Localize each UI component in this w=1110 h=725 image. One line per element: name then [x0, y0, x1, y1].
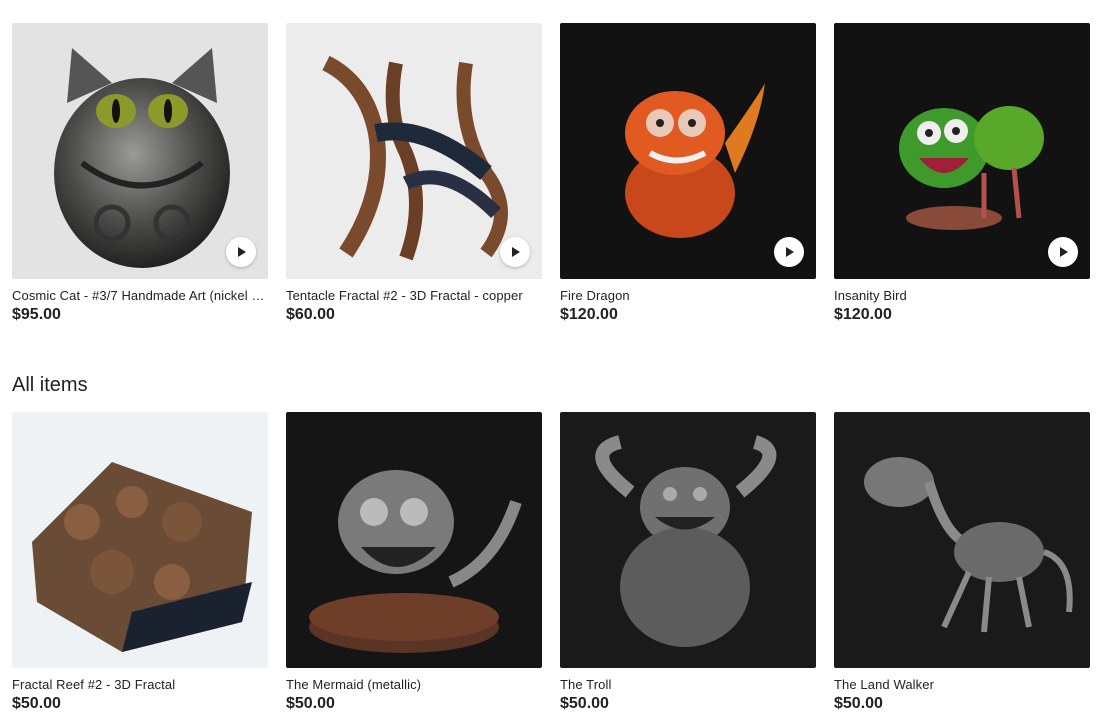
- listing-image[interactable]: [286, 412, 542, 668]
- listing-image[interactable]: [12, 412, 268, 668]
- listing-card[interactable]: Tentacle Fractal #2 - 3D Fractal - coppe…: [286, 23, 542, 324]
- listing-card[interactable]: The Mermaid (metallic) $50.00: [286, 412, 542, 713]
- listing-card[interactable]: Cosmic Cat - #3/7 Handmade Art (nickel c…: [12, 23, 268, 324]
- listing-image[interactable]: [834, 23, 1090, 279]
- listing-price: $50.00: [286, 695, 335, 712]
- listing-title[interactable]: Fire Dragon: [560, 288, 816, 303]
- listing-image[interactable]: [560, 412, 816, 668]
- play-icon: [238, 247, 246, 257]
- listing-title[interactable]: Tentacle Fractal #2 - 3D Fractal - coppe…: [286, 288, 542, 303]
- listing-title[interactable]: The Land Walker: [834, 677, 1090, 692]
- play-video-button[interactable]: [500, 237, 530, 267]
- listing-price: $120.00: [834, 306, 892, 323]
- listing-title[interactable]: Fractal Reef #2 - 3D Fractal: [12, 677, 268, 692]
- listing-title[interactable]: The Troll: [560, 677, 816, 692]
- play-video-button[interactable]: [226, 237, 256, 267]
- listing-card[interactable]: The Land Walker $50.00: [834, 412, 1090, 713]
- listing-price: $120.00: [560, 306, 618, 323]
- troll-sculpture-image: [560, 412, 816, 668]
- listing-image[interactable]: [560, 23, 816, 279]
- listing-price: $50.00: [560, 695, 609, 712]
- listing-price: $95.00: [12, 306, 61, 323]
- listing-card[interactable]: Insanity Bird $120.00: [834, 23, 1090, 324]
- listing-title[interactable]: Insanity Bird: [834, 288, 1090, 303]
- land-walker-sculpture-image: [834, 412, 1090, 668]
- all-items-heading: All items: [12, 374, 88, 396]
- listing-price: $50.00: [834, 695, 883, 712]
- listing-price: $60.00: [286, 306, 335, 323]
- listing-card[interactable]: Fire Dragon $120.00: [560, 23, 816, 324]
- listing-card[interactable]: Fractal Reef #2 - 3D Fractal $50.00: [12, 412, 268, 713]
- listing-image[interactable]: [12, 23, 268, 279]
- mermaid-sculpture-image: [286, 412, 542, 668]
- play-video-button[interactable]: [774, 237, 804, 267]
- play-icon: [512, 247, 520, 257]
- fractal-reef-sculpture-image: [12, 412, 268, 668]
- play-icon: [1060, 247, 1068, 257]
- listing-image[interactable]: [286, 23, 542, 279]
- listing-price: $50.00: [12, 695, 61, 712]
- listing-card[interactable]: The Troll $50.00: [560, 412, 816, 713]
- listing-title[interactable]: Cosmic Cat - #3/7 Handmade Art (nickel c…: [12, 288, 268, 303]
- listing-title[interactable]: The Mermaid (metallic): [286, 677, 542, 692]
- listing-image[interactable]: [834, 412, 1090, 668]
- play-video-button[interactable]: [1048, 237, 1078, 267]
- play-icon: [786, 247, 794, 257]
